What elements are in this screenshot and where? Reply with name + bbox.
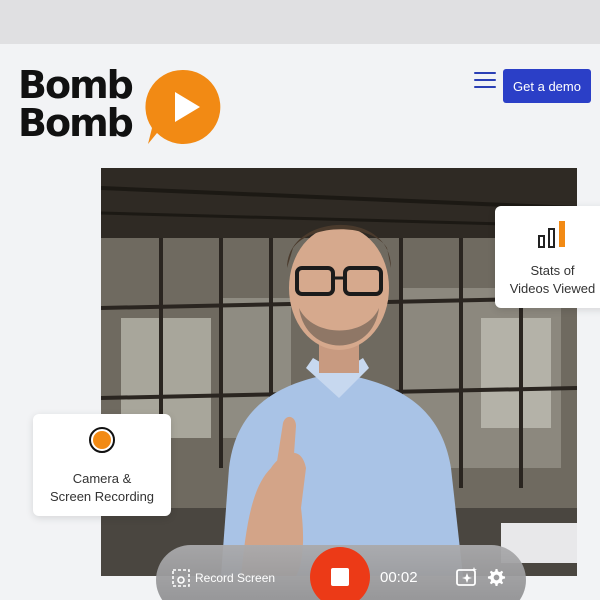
- logo-line-1: Bomb: [18, 63, 134, 107]
- stats-card-label: Stats of Videos Viewed: [495, 262, 600, 298]
- stats-card: Stats of Videos Viewed: [495, 206, 600, 308]
- camera-card-label: Camera & Screen Recording: [33, 470, 171, 506]
- play-bubble-icon: [145, 69, 221, 144]
- browser-top-bar: [0, 0, 600, 44]
- bar-chart-icon: [538, 221, 565, 248]
- camera-line-2: Screen Recording: [49, 489, 155, 504]
- stats-line-2: Videos Viewed: [509, 281, 596, 296]
- recording-timer: 00:02: [380, 569, 418, 586]
- record-screen-button[interactable]: Record Screen: [172, 569, 275, 587]
- recorder-toolbar: Record Screen 00:02: [156, 545, 526, 600]
- gear-icon[interactable]: [487, 568, 506, 587]
- logo-wordmark: Bomb Bomb: [18, 66, 148, 142]
- screen-capture-icon: [172, 569, 190, 587]
- stats-line-1: Stats of: [530, 263, 575, 278]
- bombbomb-logo[interactable]: Bomb Bomb: [18, 66, 228, 148]
- get-a-demo-button[interactable]: Get a demo: [503, 69, 591, 103]
- camera-card: Camera & Screen Recording: [33, 414, 171, 516]
- hamburger-menu-icon[interactable]: [474, 72, 496, 88]
- record-dot-icon: [89, 427, 115, 453]
- logo-line-2: Bomb: [18, 101, 134, 145]
- sparkle-icon[interactable]: [456, 567, 478, 587]
- record-screen-label: Record Screen: [195, 571, 276, 585]
- camera-line-1: Camera &: [72, 471, 132, 486]
- stop-recording-button[interactable]: [310, 547, 370, 600]
- stop-icon: [331, 568, 349, 586]
